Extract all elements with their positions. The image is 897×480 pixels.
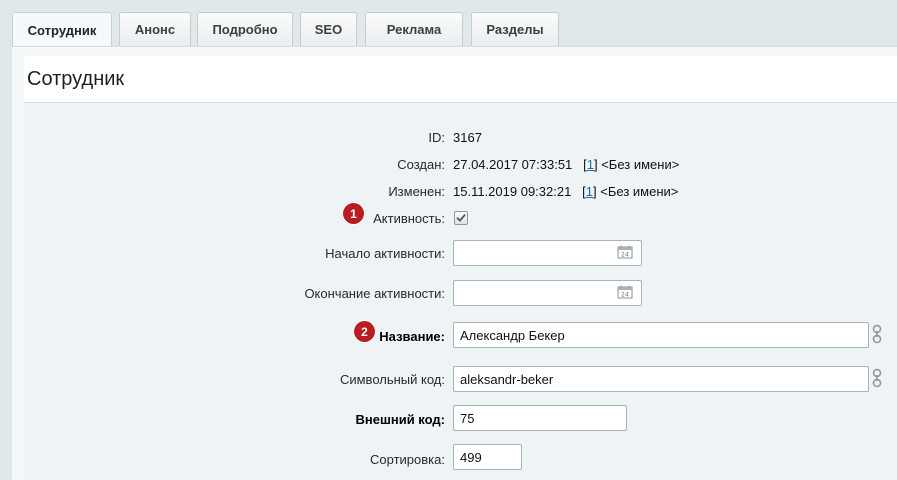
active-label: Активность: (373, 211, 445, 226)
tab-sections[interactable]: Разделы (471, 12, 559, 46)
chain-link-icon[interactable] (872, 324, 882, 344)
tab-announce[interactable]: Анонс (119, 12, 191, 46)
calendar-icon[interactable]: 24 (617, 245, 633, 259)
section-header: Сотрудник (24, 56, 897, 103)
sort-input[interactable] (453, 444, 522, 470)
sort-label: Сортировка: (370, 452, 445, 467)
tab-seo[interactable]: SEO (300, 12, 357, 46)
modified-user-name: <Без имени> (600, 184, 679, 199)
active-to-input[interactable] (453, 280, 642, 306)
created-user-name: <Без имени> (601, 157, 680, 172)
modified-date: 15.11.2019 09:32:21 (453, 184, 572, 199)
active-checkbox[interactable] (454, 211, 468, 225)
active-from-label: Начало активности: (325, 246, 445, 261)
active-to-label: Окончание активности: (304, 286, 445, 301)
modified-label: Изменен: (388, 184, 445, 199)
name-label: Название: (379, 329, 445, 344)
check-icon (456, 214, 466, 222)
external-code-input[interactable] (453, 405, 627, 431)
svg-text:24: 24 (621, 252, 629, 259)
external-code-label: Внешний код: (355, 412, 445, 427)
badge-2: 2 (354, 321, 375, 342)
calendar-icon[interactable]: 24 (617, 285, 633, 299)
code-label: Символьный код: (339, 372, 445, 387)
created-label: Создан: (397, 157, 445, 172)
created-user-link[interactable]: 1 (587, 157, 594, 172)
badge-1: 1 (343, 203, 364, 224)
modified-info: 15.11.2019 09:32:21 [1] <Без имени> (453, 184, 679, 199)
code-input[interactable] (453, 366, 869, 392)
created-info: 27.04.2017 07:33:51 [1] <Без имени> (453, 157, 680, 172)
id-value: 3167 (453, 130, 482, 145)
name-input[interactable] (453, 322, 869, 348)
section-title: Сотрудник (27, 68, 125, 90)
chain-link-icon[interactable] (872, 368, 882, 388)
svg-text:24: 24 (621, 292, 629, 299)
tab-employee[interactable]: Сотрудник (12, 12, 112, 47)
tab-details[interactable]: Подробно (197, 12, 293, 46)
created-date: 27.04.2017 07:33:51 (453, 157, 573, 172)
modified-user-link[interactable]: 1 (586, 184, 593, 199)
id-label: ID: (428, 130, 445, 145)
tab-ads[interactable]: Реклама (365, 12, 463, 46)
active-from-input[interactable] (453, 240, 642, 266)
